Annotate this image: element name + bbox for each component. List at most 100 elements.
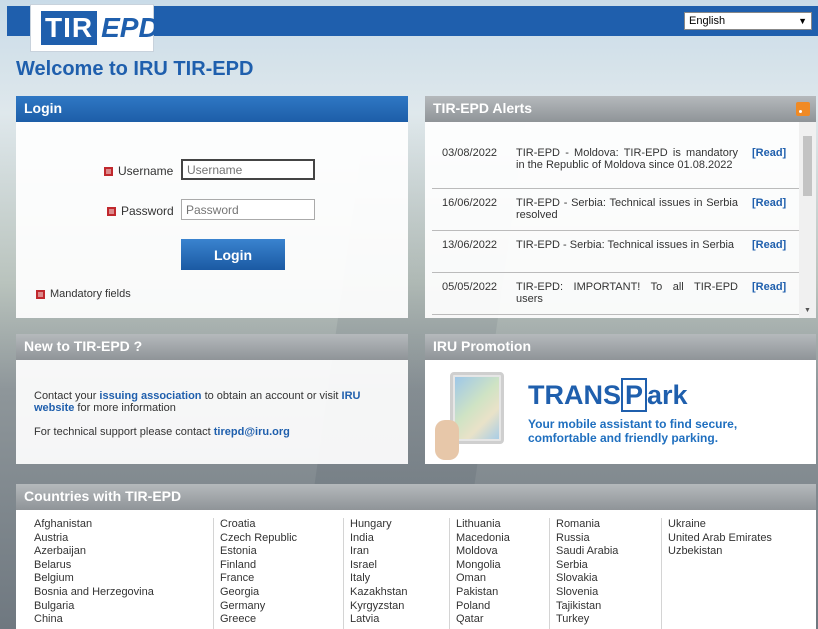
countries-panel: Countries with TIR-EPD Afghanistan Austri…: [16, 484, 816, 629]
country-item: Pakistan: [456, 585, 499, 598]
alert-date: 13/06/2022: [442, 239, 498, 251]
page-title: Welcome to IRU TIR-EPD: [16, 58, 254, 80]
country-item: Slovenia: [556, 585, 599, 598]
alert-item: 05/05/2022 TIR-EPD: IMPORTANT! To all TI…: [432, 281, 799, 315]
brand-text: P: [621, 378, 648, 412]
country-item: Finland: [220, 558, 257, 571]
country-item: Oman: [456, 572, 486, 585]
support-email-link[interactable]: tirepd@iru.org: [214, 426, 290, 438]
country-column: Lithuania Macedonia Moldova Mongolia Oman Pak…: [450, 518, 550, 629]
alerts-scrollbar[interactable]: ▼: [799, 122, 816, 318]
country-item: Italy: [350, 572, 371, 585]
country-item: Ukraine: [668, 518, 706, 530]
password-label-row: Password: [107, 204, 174, 218]
country-item: Israel: [350, 558, 377, 571]
login-panel-title: Login: [16, 96, 408, 122]
alerts-panel: TIR-EPD Alerts 03/08/2022 TIR-EPD - Mold…: [425, 96, 816, 318]
brand-text: ark: [647, 380, 688, 410]
support-info: For technical support please contact tir…: [34, 426, 290, 438]
alerts-title: TIR-EPD Alerts: [433, 100, 533, 116]
country-item: Uzbekistan: [668, 545, 723, 558]
country-item: Russia: [556, 531, 590, 544]
alerts-panel-title: TIR-EPD Alerts: [425, 96, 816, 122]
country-item: Croatia: [220, 518, 256, 530]
alert-date: 16/06/2022: [442, 197, 498, 209]
chevron-down-icon: ▼: [798, 16, 807, 26]
country-item: Romania: [556, 518, 601, 530]
country-column: Romania Russia Saudi Arabia Serbia Slovakia S…: [550, 518, 662, 629]
new-to-panel: New to TIR-EPD ? Contact your issuing as…: [16, 334, 408, 464]
country-item: China: [34, 613, 63, 626]
country-item: Slovakia: [556, 572, 598, 585]
mandatory-note: Mandatory fields: [36, 288, 131, 300]
country-item: Latvia: [350, 613, 380, 626]
alert-read-link[interactable]: [Read]: [752, 197, 786, 230]
password-input[interactable]: [181, 199, 315, 220]
country-item: Kazakhstan: [350, 585, 408, 598]
alert-date: 05/05/2022: [442, 281, 498, 293]
tir-epd-logo[interactable]: TIR EPD: [30, 4, 159, 52]
country-column: Afghanistan Austria Azerbaijan Belarus Belgi…: [28, 518, 214, 629]
logo-epd-text: EPD: [101, 12, 159, 43]
country-item: United Arab Emirates: [668, 531, 772, 544]
alert-date: 03/08/2022: [442, 147, 498, 159]
username-label: Username: [118, 164, 174, 178]
login-button[interactable]: Login: [181, 239, 285, 270]
required-icon: [107, 206, 116, 216]
issuing-association-link[interactable]: issuing association: [99, 390, 201, 402]
language-select[interactable]: English ▼: [684, 12, 812, 30]
alerts-list: 03/08/2022 TIR-EPD - Moldova: TIR-EPD is…: [425, 122, 799, 318]
language-value: English: [689, 15, 726, 27]
support-text: For technical support please contact: [34, 426, 214, 438]
country-item: Mongolia: [456, 558, 501, 571]
brand-text: TRANS: [528, 380, 621, 410]
alert-read-link[interactable]: [Read]: [752, 281, 786, 314]
country-item: Georgia: [220, 585, 260, 598]
subtitle-line: Your mobile assistant to find secure,: [528, 417, 738, 431]
alert-read-link[interactable]: [Read]: [752, 239, 786, 272]
country-item: Czech Republic: [220, 531, 298, 544]
country-column: Ukraine United Arab Emirates Uzbekistan: [662, 518, 812, 629]
alert-item: 13/06/2022 TIR-EPD - Serbia: Technical i…: [432, 239, 799, 273]
country-item: Tajikistan: [556, 599, 602, 612]
country-item: Estonia: [220, 545, 257, 558]
country-item: Qatar: [456, 613, 484, 626]
subtitle-line: comfortable and friendly parking.: [528, 431, 719, 445]
promotion-panel: IRU Promotion TRANS Park Your mobile assi…: [425, 334, 816, 464]
country-column: Croatia Czech Republic Estonia Finland Franc…: [214, 518, 344, 629]
required-icon: [104, 166, 113, 176]
new-to-info: Contact your issuing association to obta…: [34, 390, 394, 414]
country-item: Macedonia: [456, 531, 510, 544]
alert-text: TIR-EPD - Serbia: Technical issues in Se…: [516, 197, 738, 221]
hand-image: [435, 420, 459, 460]
scroll-down-icon[interactable]: ▼: [804, 307, 811, 314]
alert-read-link[interactable]: [Read]: [752, 147, 786, 188]
login-panel: Login Username Password Login Mandatory …: [16, 96, 408, 318]
countries-panel-title: Countries with TIR-EPD: [16, 484, 816, 510]
country-item: France: [220, 572, 255, 585]
alert-text: TIR-EPD - Serbia: Technical issues in Se…: [516, 239, 735, 251]
country-item: Bosnia and Herzegovina: [34, 585, 154, 598]
country-item: Saudi Arabia: [556, 545, 619, 558]
country-item: Lithuania: [456, 518, 501, 530]
rss-icon[interactable]: [796, 102, 810, 116]
country-item: Iran: [350, 545, 369, 558]
required-icon: [36, 289, 45, 299]
country-item: Belarus: [34, 558, 72, 571]
username-input[interactable]: [181, 159, 315, 180]
country-item: Serbia: [556, 558, 588, 571]
transpark-banner[interactable]: TRANS Park Your mobile assistant to find …: [425, 360, 816, 464]
country-item: Turkey: [556, 613, 590, 626]
country-item: India: [350, 531, 374, 544]
promotion-subtitle: Your mobile assistant to find secure, co…: [528, 417, 737, 445]
scrollbar-thumb[interactable]: [803, 136, 812, 196]
country-item: Belgium: [34, 572, 74, 585]
alert-item: 16/06/2022 TIR-EPD - Serbia: Technical i…: [432, 197, 799, 231]
countries-list: Afghanistan Austria Azerbaijan Belarus Belgi…: [16, 510, 816, 629]
country-item: Poland: [456, 599, 491, 612]
country-item: Afghanistan: [34, 518, 93, 530]
alert-text: TIR-EPD: IMPORTANT! To all TIR-EPD users: [516, 281, 738, 305]
country-item: Azerbaijan: [34, 545, 86, 558]
alert-item: 03/08/2022 TIR-EPD - Moldova: TIR-EPD is…: [432, 147, 799, 189]
country-column: Hungary India Iran Israel Italy Kazakhstan Kyr…: [344, 518, 450, 629]
